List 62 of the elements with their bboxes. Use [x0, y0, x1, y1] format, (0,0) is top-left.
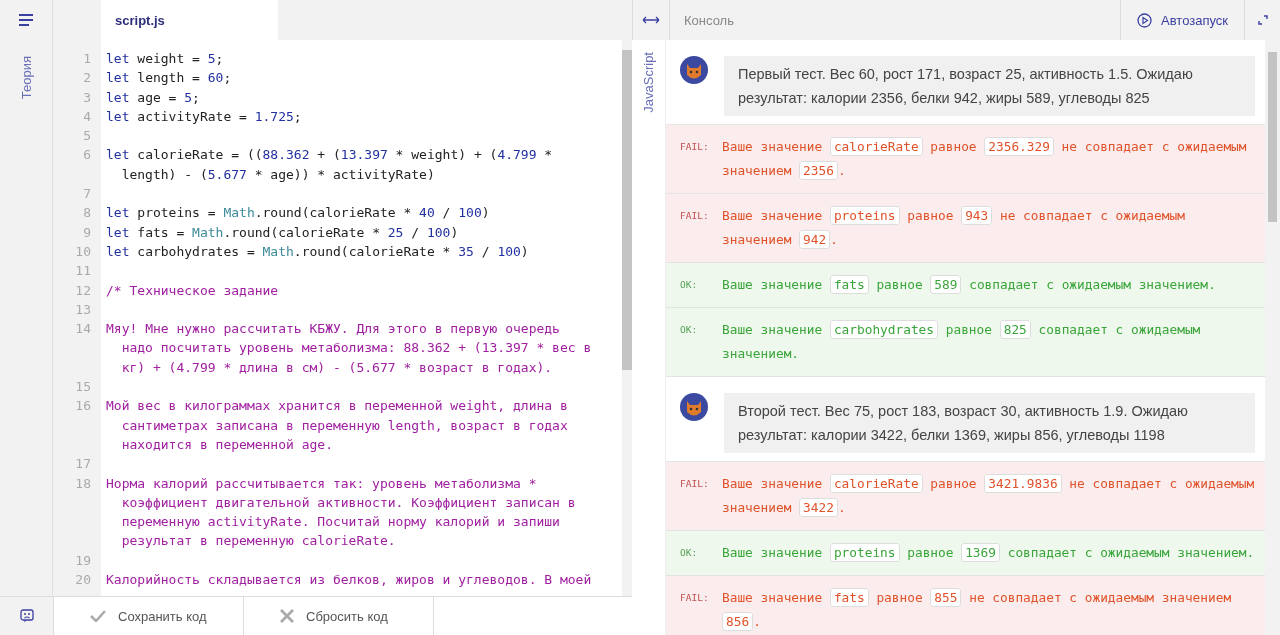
sad-face-icon[interactable]	[19, 609, 34, 623]
line-number: 11	[74, 262, 92, 281]
code-line: Мой вес в килограммах хранится в переменной weight, длина в сантиметрах записана в переменную length, возраст в годах находится в переменной age.	[106, 397, 569, 454]
check-icon	[90, 610, 106, 622]
cross-icon	[280, 609, 294, 623]
console-title: Консоль	[683, 12, 735, 28]
code-line: let weight = 5;	[106, 50, 225, 68]
line-number: 2	[82, 69, 92, 88]
test-message: Второй тест. Вес 75, рост 183, возраст 30, активность 1.9. Ожидаю результат: калории 3422, белки 1369, жиры 856, углеводы 1198	[724, 393, 1255, 453]
line-number: 16	[74, 397, 92, 416]
line-number: 9	[82, 223, 92, 242]
result-message: Ваше значение fats равное 855 не совпадает с ожидаемым значением 856 .	[722, 587, 1233, 633]
theory-tab[interactable]: Теория	[18, 56, 34, 100]
code-line: let activityRate = 1.725;	[106, 107, 303, 126]
status-label: FAIL:	[680, 140, 710, 154]
code-line: let carbohydrates = Math.round(calorieRate * 35 / 100)	[106, 242, 530, 261]
result-message: Ваше значение proteins равное 1369 совпадает с ожидаемым значением.	[722, 542, 1255, 564]
line-number: 4	[82, 107, 92, 126]
line-number: 12	[74, 281, 92, 300]
test-message: Первый тест. Вес 60, рост 171, возраст 25, активность 1.5. Ожидаю результат: калории 2356, белки 942, жиры 589, углеводы 825	[724, 56, 1255, 116]
expand-icon[interactable]	[1257, 15, 1268, 25]
line-number: 13	[74, 300, 92, 319]
file-tab[interactable]: script.js	[101, 0, 278, 40]
status-label: OK:	[680, 546, 699, 560]
code-line: /* Техническое задание	[106, 281, 280, 300]
code-line: Мяу! Мне нужно рассчитать КБЖУ. Для этого в первую очередь надо посчитать уровень метаболизма: 88.362 + (13.397 * вес в кг) + (4.799 * длина в см) - (5.677 * возраст в годах).	[106, 320, 593, 377]
menu-icon[interactable]	[19, 14, 33, 26]
status-label: FAIL:	[680, 209, 710, 223]
code-line: Норма калорий рассчитывается так: уровень метаболизма * коэффициент двигательной активности. Коэффициент записан в переменную activityRate. Посчитай норму калорий и запиши результат в переменную calorieRate.	[106, 474, 577, 551]
status-label: OK:	[680, 278, 699, 292]
code-line: Калорийность складывается из белков, жиров и углеводов. В моей	[106, 571, 593, 589]
line-number: 20	[74, 571, 92, 589]
line-number: 17	[74, 455, 92, 474]
code-line: let proteins = Math.round(calorieRate * 40 / 100)	[106, 204, 491, 223]
result-message: Ваше значение fats равное 589 совпадает с ожидаемым значением.	[722, 274, 1216, 296]
line-number: 7	[82, 185, 92, 204]
line-number: 8	[82, 204, 92, 223]
status-label: FAIL:	[680, 591, 710, 605]
line-number: 1	[82, 50, 92, 68]
result-message: Ваше значение calorieRate равное 3421.9836 не совпадает с ожидаемым значением 3422 .	[722, 473, 1255, 519]
play-circle-icon	[1137, 12, 1153, 28]
language-tab[interactable]: JavaScript	[641, 52, 656, 113]
code-line: let age = 5;	[106, 88, 201, 107]
result-message: Ваше значение carbohydrates равное 825 совпадает с ожидаемым значением.	[722, 319, 1202, 363]
cat-avatar-icon	[680, 56, 708, 84]
status-label: FAIL:	[680, 477, 710, 491]
result-message: Ваше значение calorieRate равное 2356.329 не совпадает с ожидаемым значением 2356 .	[722, 136, 1248, 182]
line-number: 15	[74, 378, 92, 397]
line-number: 14	[74, 320, 92, 339]
line-number: 3	[82, 88, 92, 107]
resize-arrows-icon[interactable]	[642, 16, 660, 24]
line-number: 19	[74, 551, 92, 570]
line-number: 18	[74, 474, 92, 493]
line-number: 5	[82, 127, 92, 146]
code-line: let calorieRate = ((88.362 + (13.397 * weight) + (4.799 * length) - (5.677 * age)) * activityRate)	[106, 146, 554, 184]
status-label: OK:	[680, 323, 699, 337]
code-line: let length = 60;	[106, 69, 233, 88]
line-number: 6	[82, 146, 92, 165]
cat-avatar-icon	[680, 393, 708, 421]
code-line: let fats = Math.round(calorieRate * 25 / 100)	[106, 223, 460, 242]
result-message: Ваше значение proteins равное 943 не совпадает с ожидаемым значением 942 .	[722, 205, 1186, 251]
line-number: 10	[74, 242, 92, 261]
